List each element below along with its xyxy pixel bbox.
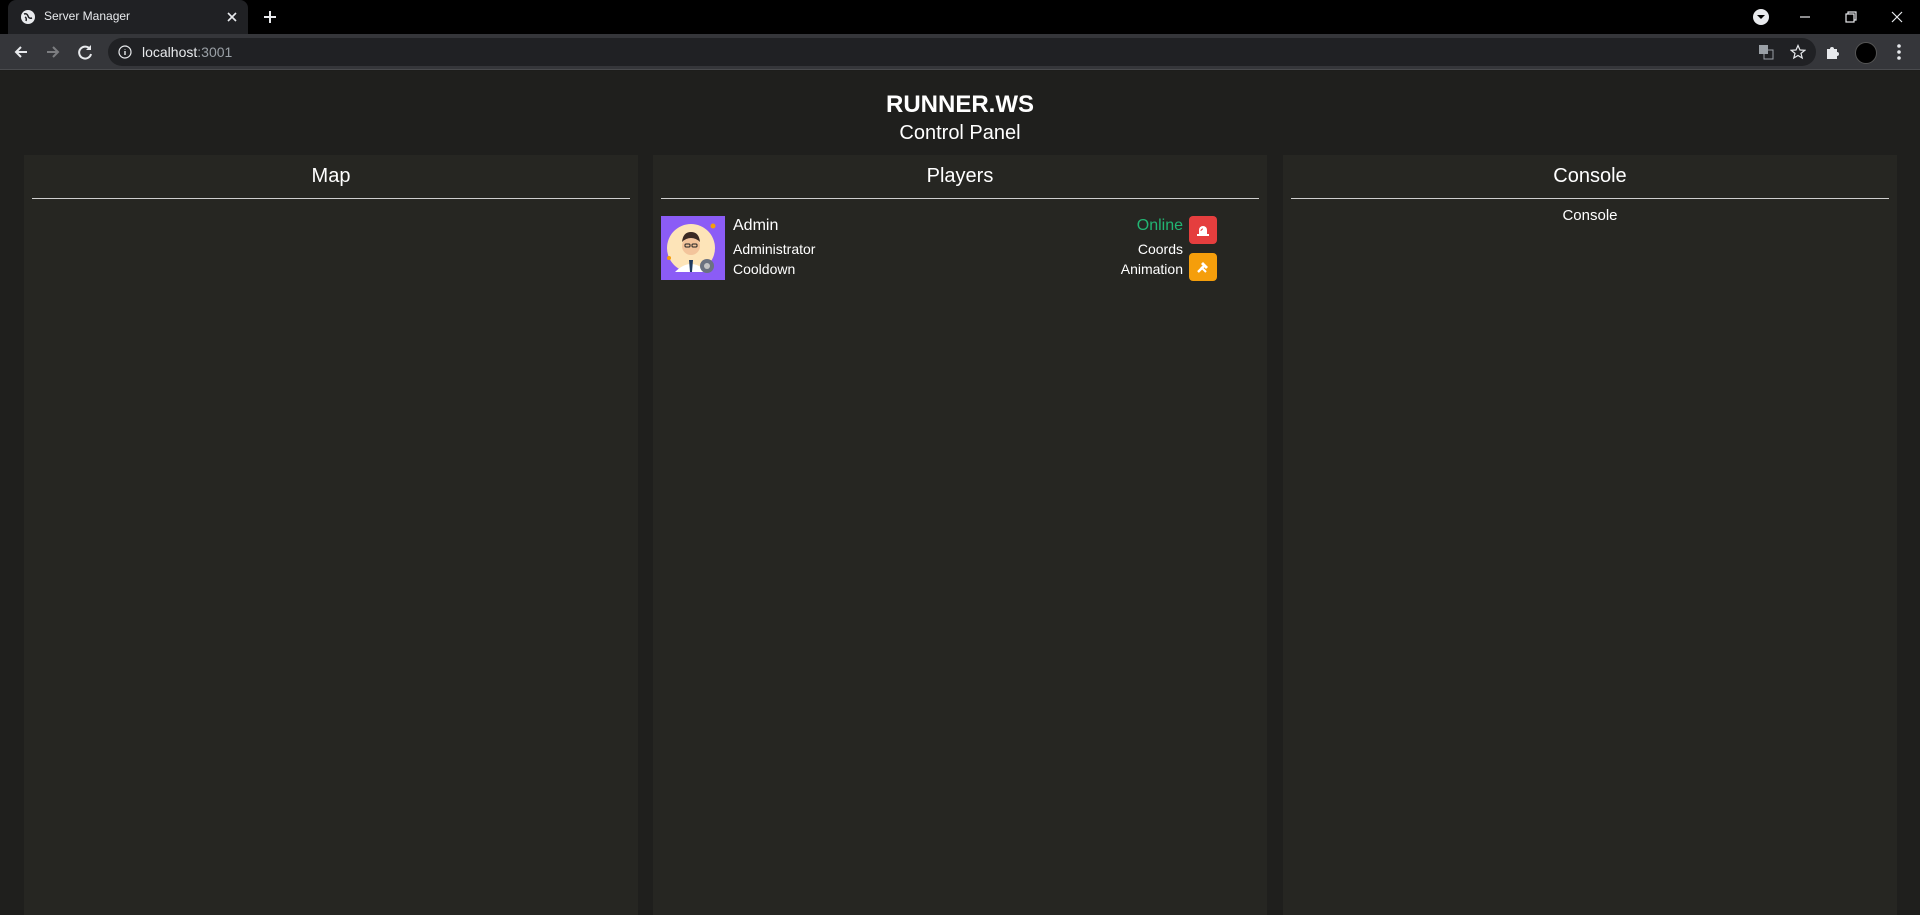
kebab-menu-icon[interactable]: [1889, 42, 1909, 62]
close-icon[interactable]: [224, 9, 240, 25]
page-subtitle: Control Panel: [899, 122, 1021, 144]
tools-button[interactable]: [1189, 253, 1217, 281]
translate-icon[interactable]: [1758, 44, 1774, 60]
forward-icon[interactable]: [42, 41, 64, 63]
tools-icon: [1197, 262, 1208, 273]
siren-icon: [1197, 226, 1209, 236]
url-host: localhost: [142, 44, 198, 60]
divider: [1291, 198, 1889, 199]
tab-title: Server Manager: [44, 9, 131, 23]
address-bar[interactable]: localhost:3001: [108, 38, 1816, 66]
players-panel-title: Players: [926, 165, 994, 187]
player-status-badge: Online: [1136, 217, 1183, 234]
player-row[interactable]: Admin Administrator Cooldown Online Coor…: [661, 216, 1241, 282]
console-panel-title: Console: [1553, 165, 1627, 187]
bookmark-star-icon[interactable]: [1790, 44, 1806, 60]
admin-avatar-icon: [667, 223, 716, 273]
restore-icon[interactable]: [1840, 6, 1862, 28]
url-text[interactable]: localhost:3001: [142, 44, 232, 60]
reload-icon[interactable]: [74, 41, 96, 63]
player-role: Administrator: [733, 241, 816, 257]
player-animation[interactable]: Animation: [1121, 261, 1183, 277]
player-cooldown: Cooldown: [733, 261, 796, 277]
page-content: RUNNER.WS Control Panel Map Players Admi…: [0, 71, 1920, 915]
divider: [661, 198, 1259, 199]
back-icon[interactable]: [10, 41, 32, 63]
players-panel: Players Admin Administrator Cooldown Onl…: [653, 155, 1267, 915]
console-output: Console: [1562, 207, 1618, 224]
brand-title: RUNNER.WS: [886, 91, 1034, 118]
minimize-icon[interactable]: [1794, 6, 1816, 28]
window-close-icon[interactable]: [1886, 6, 1908, 28]
player-coords[interactable]: Coords: [1138, 241, 1183, 257]
extensions-puzzle-icon[interactable]: [1823, 42, 1843, 62]
alarm-button[interactable]: [1189, 216, 1217, 244]
browser-tab-bar: Server Manager: [0, 0, 1920, 34]
browser-toolbar: localhost:3001: [0, 34, 1920, 70]
globe-icon: [21, 10, 35, 24]
tab-search-icon[interactable]: [1750, 6, 1772, 28]
profile-avatar[interactable]: [1855, 42, 1877, 64]
map-panel: Map: [24, 155, 638, 915]
browser-tab[interactable]: Server Manager: [8, 0, 248, 34]
info-icon[interactable]: [118, 45, 132, 59]
player-name: Admin: [733, 217, 779, 234]
url-port: :3001: [197, 44, 233, 60]
player-avatar: [661, 216, 725, 280]
console-panel: Console Console: [1283, 155, 1897, 915]
new-tab-icon[interactable]: [260, 7, 280, 27]
map-panel-title: Map: [311, 165, 351, 187]
divider: [32, 198, 630, 199]
